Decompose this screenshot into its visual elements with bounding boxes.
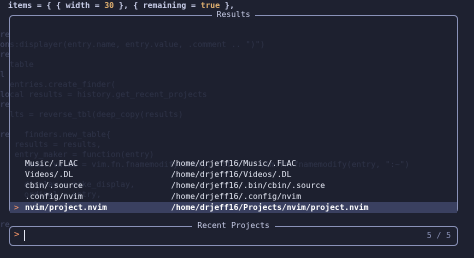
result-item-name: Music/.FLAC (25, 159, 78, 168)
result-item[interactable]: Videos/.DL/home/drjeff16/Videos/.DL (10, 169, 457, 180)
results-panel: Results Music/.FLAC/home/drjeff16/Music/… (9, 10, 458, 213)
result-item-path: /home/drjeff16/Projects/nvim/project.nvi… (171, 203, 369, 212)
result-item-path: /home/drjeff16/.bin/cbin/.source (171, 181, 326, 190)
result-item-path: /home/drjeff16/Music/.FLAC (171, 159, 297, 168)
result-item-name: Videos/.DL (25, 170, 74, 179)
prompt-title: Recent Projects (192, 221, 275, 230)
result-item[interactable]: Music/.FLAC/home/drjeff16/Music/.FLAC (10, 158, 457, 169)
result-item-name: .config/nvim (25, 192, 83, 201)
prompt-cursor[interactable] (24, 230, 25, 241)
selection-caret: > (14, 203, 19, 212)
result-item[interactable]: cbin/.source/home/drjeff16/.bin/cbin/.so… (10, 180, 457, 191)
results-list: Music/.FLAC/home/drjeff16/Music/.FLAC Vid… (10, 158, 457, 213)
prompt-panel[interactable]: Recent Projects > 5 / 5 (9, 221, 458, 246)
result-item-path: /home/drjeff16/.config/nvim (171, 192, 302, 201)
result-item-name: cbin/.source (25, 181, 83, 190)
result-count: 5 / 5 (426, 231, 451, 240)
prompt-title-wrap: Recent Projects (10, 220, 457, 232)
result-item[interactable]: > nvim/project.nvim/home/drjeff16/Project… (10, 202, 457, 213)
results-title-wrap: Results (10, 9, 457, 21)
result-item-path: /home/drjeff16/Videos/.DL (171, 170, 292, 179)
result-item-name: nvim/project.nvim (25, 203, 107, 212)
background-code-line: l (0, 70, 5, 79)
result-item[interactable]: .config/nvim/home/drjeff16/.config/nvim (10, 191, 457, 202)
results-title: Results (211, 10, 256, 19)
prompt-prefix: > (14, 230, 20, 240)
